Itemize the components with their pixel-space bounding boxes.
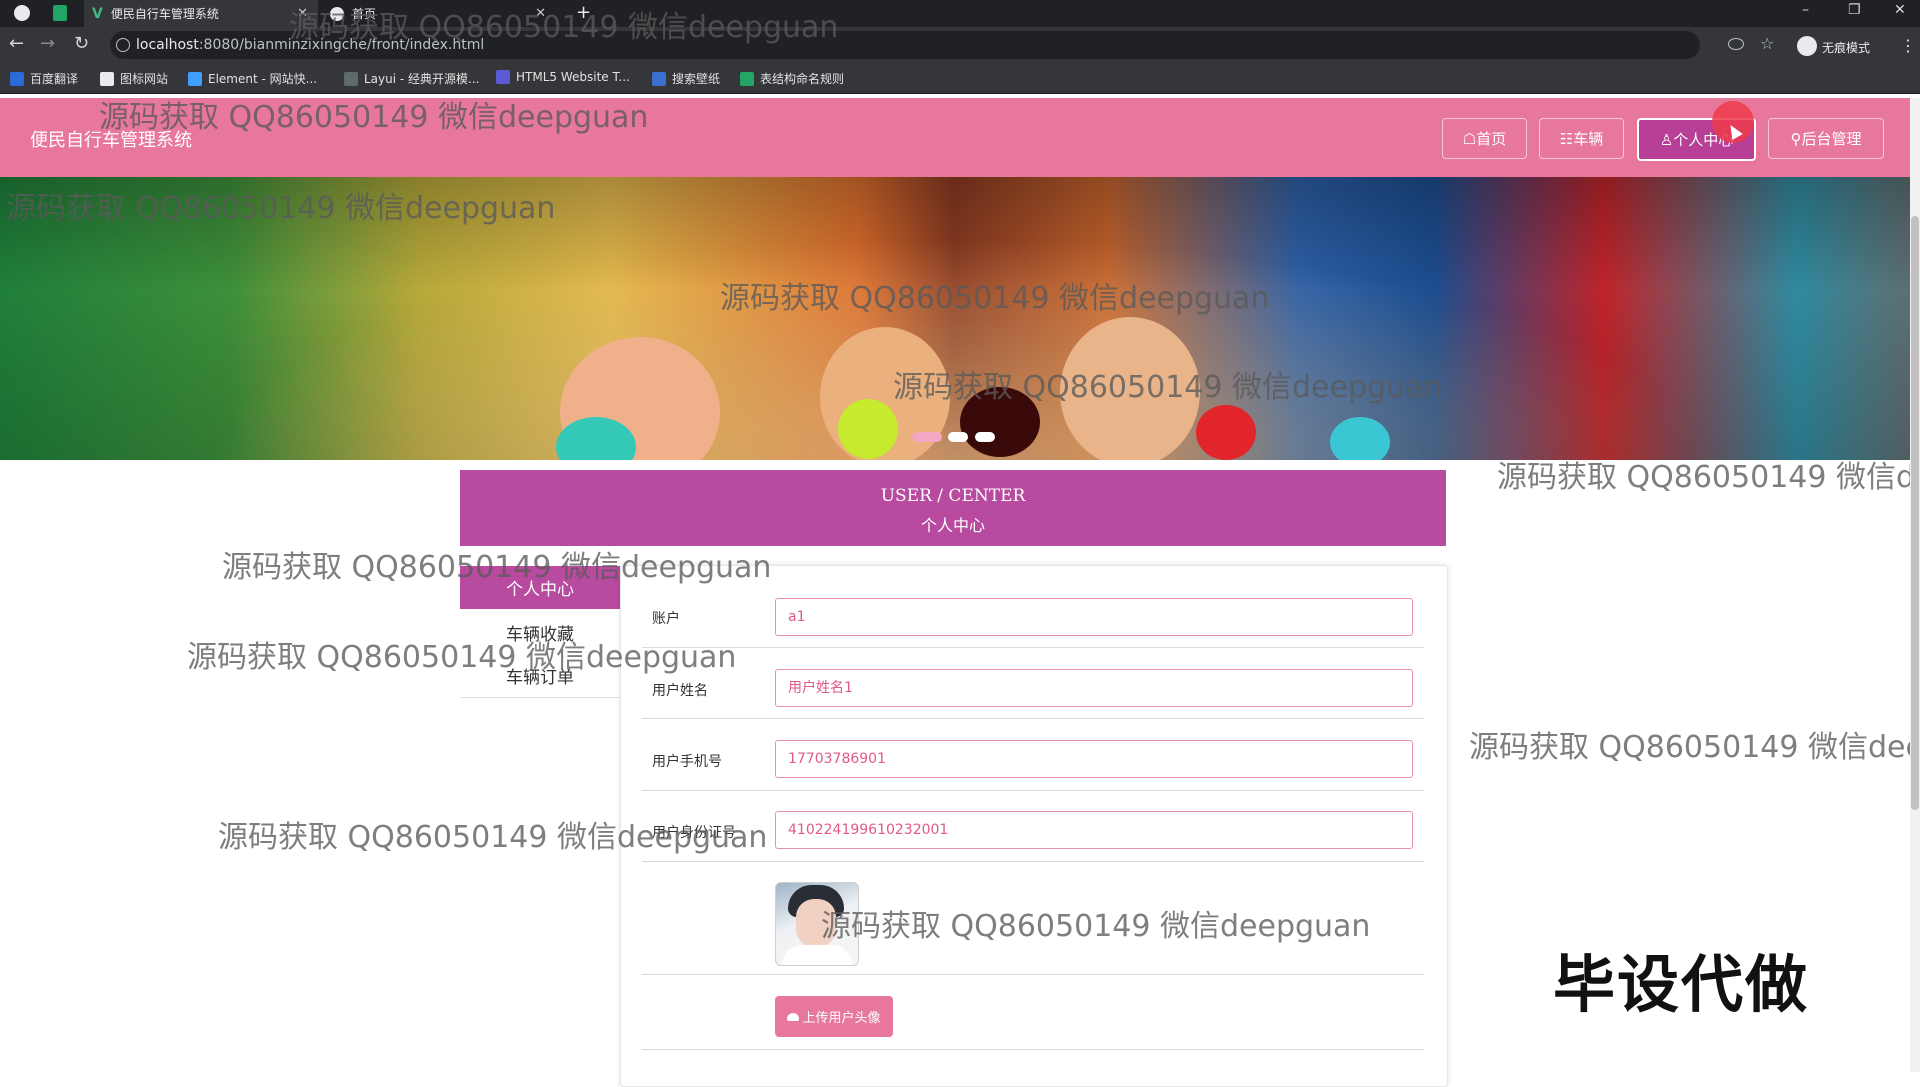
account-field[interactable] — [775, 598, 1413, 636]
field-label-account: 账户 — [652, 611, 680, 627]
nav-label: 车辆 — [1573, 130, 1604, 148]
pencil-tip — [838, 399, 898, 459]
promo-text: 毕设代做 — [1553, 948, 1810, 1021]
sheet-icon — [740, 71, 754, 86]
nav-home-button[interactable]: ☖ 首页 — [1442, 118, 1527, 159]
bookmark-icon-site[interactable]: 图标网站 — [100, 70, 168, 87]
wallpaper-icon — [652, 71, 666, 86]
phone-field[interactable] — [775, 740, 1413, 778]
pencil-tip — [1196, 405, 1256, 460]
carousel-dot[interactable] — [948, 432, 968, 442]
minimize-button[interactable]: – — [1802, 0, 1809, 20]
incognito-label[interactable]: 无痕模式 — [1822, 39, 1870, 56]
divider — [642, 861, 1424, 862]
grid-icon: ☷ — [1559, 129, 1574, 148]
info-icon[interactable] — [116, 38, 130, 52]
carousel-dot-active[interactable] — [912, 432, 942, 442]
flag-icon — [100, 71, 114, 86]
link-icon: ⚲ — [1790, 129, 1802, 148]
divider — [642, 647, 1424, 648]
back-button[interactable]: ← — [9, 34, 24, 54]
bookmark-wallpaper[interactable]: 搜索壁纸 — [652, 70, 720, 87]
nav-label: 后台管理 — [1801, 130, 1862, 148]
watermark: 源码获取 QQ86050149 微信deepguan — [720, 281, 1270, 316]
reload-button[interactable]: ↻ — [74, 34, 89, 54]
nav-admin-button[interactable]: ⚲ 后台管理 — [1768, 118, 1884, 159]
forward-button[interactable]: → — [40, 34, 55, 54]
bookmark-table-naming[interactable]: 表结构命名规则 — [740, 70, 844, 87]
user-icon: ♙ — [1659, 130, 1674, 149]
watermark: 源码获取 QQ86050149 微信deepguan — [222, 550, 772, 585]
upload-label: 上传用户头像 — [802, 1011, 881, 1026]
url-host: localhost — [136, 37, 199, 53]
user-center-header: USER / CENTER 个人中心 — [460, 470, 1446, 546]
bookmark-label: Layui - 经典开源模... — [364, 72, 480, 86]
vue-icon: V — [92, 5, 103, 22]
user-center-title-cn: 个人中心 — [920, 516, 985, 535]
upload-avatar-button[interactable]: 上传用户头像 — [775, 996, 893, 1037]
divider — [642, 790, 1424, 791]
bookmark-layui[interactable]: Layui - 经典开源模... — [344, 70, 479, 87]
username-field[interactable] — [775, 669, 1413, 707]
nav-vehicles-button[interactable]: ☷ 车辆 — [1539, 118, 1624, 159]
watermark: 源码获取 QQ86050149 微信deepguan — [1469, 730, 1910, 765]
watermark: 源码获取 QQ86050149 微信deepguan — [893, 370, 1443, 405]
incognito-icon — [1797, 36, 1817, 56]
sheets-icon — [53, 5, 67, 21]
avatar-shirt — [782, 945, 852, 965]
divider — [642, 1049, 1424, 1050]
cloud-upload-icon — [787, 1012, 800, 1021]
element-icon — [188, 71, 202, 86]
watermark: 源码获取 QQ86050149 微信deepguan — [289, 10, 839, 45]
bookmark-label: HTML5 Website T... — [516, 70, 630, 84]
pencil-tip — [1330, 417, 1390, 460]
restore-button[interactable]: ❐ — [1848, 0, 1861, 20]
bookmark-html5[interactable]: HTML5 Website T... — [496, 70, 630, 84]
bookmark-baidu-translate[interactable]: 百度翻译 — [10, 70, 78, 87]
tab-title: 便民自行车管理系统 — [110, 7, 219, 21]
watermark: 源码获取 QQ86050149 微信deepguan — [6, 191, 556, 226]
watermark: 源码获取 QQ86050149 微信deepguan — [99, 100, 649, 135]
watermark: 源码获取 QQ86050149 微信deepguan — [821, 909, 1371, 944]
divider — [642, 974, 1424, 975]
user-center-title-en: USER / CENTER — [880, 486, 1026, 506]
bookmark-label: Element - 网站快... — [208, 72, 318, 86]
divider — [642, 718, 1424, 719]
bookmark-label: 表结构命名规则 — [760, 72, 845, 86]
home-icon: ☖ — [1462, 129, 1477, 148]
scrollbar-thumb[interactable] — [1911, 216, 1919, 810]
bookmark-label: 搜索壁纸 — [672, 72, 721, 86]
tab-bianmin[interactable]: V 便民自行车管理系统 ✕ — [84, 0, 318, 27]
html5-icon — [496, 70, 510, 84]
watermark: 源码获取 QQ86050149 微信deepguan — [1497, 460, 1910, 495]
id-card-field[interactable] — [775, 811, 1413, 849]
close-window-button[interactable]: ✕ — [1894, 0, 1906, 20]
eye-off-icon[interactable] — [1728, 38, 1744, 50]
layui-icon — [344, 71, 358, 86]
bookmark-label: 图标网站 — [120, 72, 169, 86]
nav-label: 首页 — [1476, 130, 1507, 148]
bookmark-element[interactable]: Element - 网站快... — [188, 70, 317, 87]
translate-icon — [10, 71, 24, 86]
watermark: 源码获取 QQ86050149 微信deepguan — [218, 820, 768, 855]
watermark: 源码获取 QQ86050149 微信deepguan — [187, 640, 737, 675]
bookmark-label: 百度翻译 — [30, 72, 79, 86]
chrome-icon — [14, 5, 30, 21]
field-label-username: 用户姓名 — [652, 683, 708, 699]
field-label-phone: 用户手机号 — [652, 754, 722, 770]
star-icon[interactable]: ☆ — [1760, 34, 1774, 53]
carousel-dot[interactable] — [975, 432, 995, 442]
menu-button[interactable]: ⋮ — [1900, 36, 1916, 55]
